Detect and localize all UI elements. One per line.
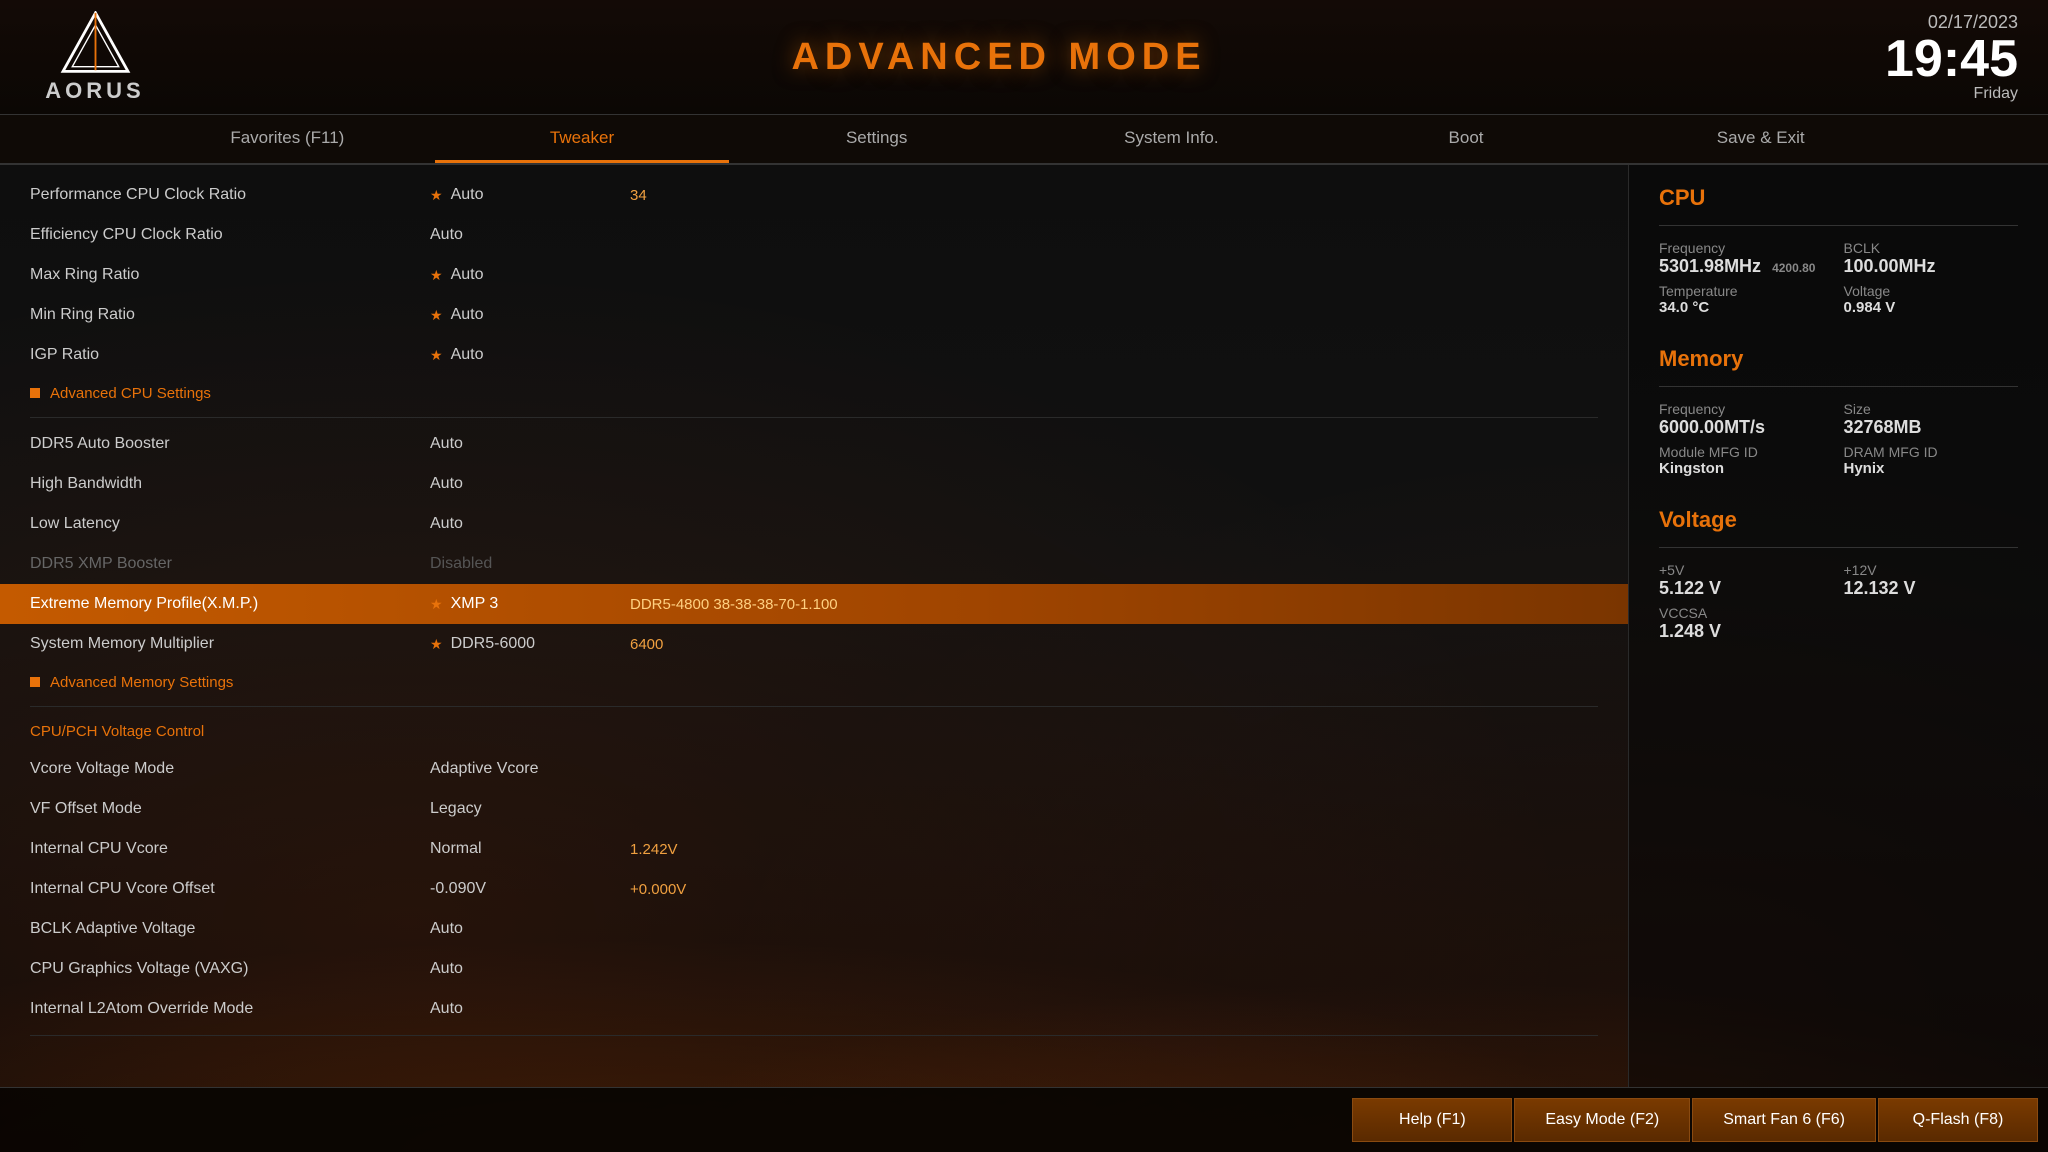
bottom-toolbar: Help (F1) Easy Mode (F2) Smart Fan 6 (F6… [0, 1087, 2048, 1152]
setting-internal-vcore[interactable]: Internal CPU Vcore Normal 1.242V [0, 829, 1628, 869]
cpu-volt-label: Voltage 0.984 V [1844, 283, 2019, 316]
setting-ddr5-auto-booster[interactable]: DDR5 Auto Booster Auto [0, 424, 1628, 464]
aorus-logo-icon [58, 11, 133, 76]
tab-boot[interactable]: Boot [1319, 115, 1614, 163]
section-advanced-memory: Advanced Memory Settings [0, 664, 1628, 700]
v12-value: 12.132 V [1844, 578, 2019, 599]
setting-bclk-adaptive[interactable]: BCLK Adaptive Voltage Auto [0, 909, 1628, 949]
easymode-button[interactable]: Easy Mode (F2) [1514, 1098, 1690, 1142]
cpu-bclk-value: 100.00MHz [1844, 256, 2019, 277]
tab-tweaker[interactable]: Tweaker [435, 115, 730, 163]
cpu-temp-value: 34.0 °C [1659, 299, 1834, 316]
cpu-info-section: CPU Frequency 5301.98MHz 4200.80 BCLK 10… [1659, 185, 2018, 316]
setting-l2atom-override[interactable]: Internal L2Atom Override Mode Auto [0, 989, 1628, 1029]
nav-tabs: Favorites (F11) Tweaker Settings System … [0, 115, 2048, 165]
star-icon: ★ [430, 307, 443, 324]
setting-eff-cpu-ratio[interactable]: Efficiency CPU Clock Ratio Auto [0, 215, 1628, 255]
mem-dram-value: Hynix [1844, 460, 2019, 477]
setting-ddr5-xmp-booster[interactable]: DDR5 XMP Booster Disabled [0, 544, 1628, 584]
cpu-temp-label: Temperature 34.0 °C [1659, 283, 1834, 316]
vccsa-label: VCCSA 1.248 V [1659, 605, 1834, 642]
setting-cpu-graphics-volt[interactable]: CPU Graphics Voltage (VAXG) Auto [0, 949, 1628, 989]
setting-high-bandwidth[interactable]: High Bandwidth Auto [0, 464, 1628, 504]
logo-area: AORUS [30, 11, 160, 104]
star-icon: ★ [430, 347, 443, 364]
setting-igp-ratio[interactable]: IGP Ratio ★ Auto [0, 335, 1628, 375]
memory-info-grid: Frequency 6000.00MT/s Size 32768MB Modul… [1659, 401, 2018, 477]
mem-dram-label: DRAM MFG ID Hynix [1844, 444, 2019, 477]
main-content: Performance CPU Clock Ratio ★ Auto 34 Ef… [0, 165, 2048, 1087]
cpu-section-title: CPU [1659, 185, 2018, 211]
divider [30, 417, 1598, 418]
setting-vf-offset[interactable]: VF Offset Mode Legacy [0, 789, 1628, 829]
star-icon: ★ [430, 267, 443, 284]
vccsa-value: 1.248 V [1659, 621, 1834, 642]
voltage-section-title: Voltage [1659, 507, 2018, 533]
setting-vcore-offset[interactable]: Internal CPU Vcore Offset -0.090V +0.000… [0, 869, 1628, 909]
smartfan-button[interactable]: Smart Fan 6 (F6) [1692, 1098, 1876, 1142]
divider-bottom [30, 1035, 1598, 1036]
cpu-freq-value: 5301.98MHz 4200.80 [1659, 256, 1834, 277]
star-icon: ★ [430, 636, 443, 653]
mem-module-label: Module MFG ID Kingston [1659, 444, 1834, 477]
voltage-divider [1659, 547, 2018, 548]
v5-value: 5.122 V [1659, 578, 1834, 599]
setting-min-ring[interactable]: Min Ring Ratio ★ Auto [0, 295, 1628, 335]
v5-label: +5V 5.122 V [1659, 562, 1834, 599]
setting-perf-cpu-ratio[interactable]: Performance CPU Clock Ratio ★ Auto 34 [0, 175, 1628, 215]
qflash-button[interactable]: Q-Flash (F8) [1878, 1098, 2038, 1142]
logo-text: AORUS [45, 78, 144, 104]
tab-settings[interactable]: Settings [729, 115, 1024, 163]
mem-size-label: Size 32768MB [1844, 401, 2019, 438]
cpu-freq-label: Frequency 5301.98MHz 4200.80 [1659, 240, 1834, 277]
v12-label: +12V 12.132 V [1844, 562, 2019, 599]
datetime: 02/17/2023 19:45 Friday [1798, 12, 2018, 103]
setting-xmp[interactable]: Extreme Memory Profile(X.M.P.) ★ XMP 3 D… [0, 584, 1628, 624]
page-title: ADVANCED MODE [200, 36, 1798, 79]
cpu-bclk-label: BCLK 100.00MHz [1844, 240, 2019, 277]
setting-sys-mem-mult[interactable]: System Memory Multiplier ★ DDR5-6000 640… [0, 624, 1628, 664]
memory-divider [1659, 386, 2018, 387]
tab-favorites[interactable]: Favorites (F11) [140, 115, 435, 163]
info-panel: CPU Frequency 5301.98MHz 4200.80 BCLK 10… [1628, 165, 2048, 1087]
voltage-info-grid: +5V 5.122 V +12V 12.132 V VCCSA 1.248 V [1659, 562, 2018, 642]
star-icon: ★ [430, 187, 443, 204]
cpu-divider [1659, 225, 2018, 226]
memory-info-section: Memory Frequency 6000.00MT/s Size 32768M… [1659, 346, 2018, 477]
tab-sysinfo[interactable]: System Info. [1024, 115, 1319, 163]
tab-saveexit[interactable]: Save & Exit [1613, 115, 1908, 163]
setting-low-latency[interactable]: Low Latency Auto [0, 504, 1628, 544]
help-button[interactable]: Help (F1) [1352, 1098, 1512, 1142]
header: AORUS ADVANCED MODE 02/17/2023 19:45 Fri… [0, 0, 2048, 115]
cpu-info-grid: Frequency 5301.98MHz 4200.80 BCLK 100.00… [1659, 240, 2018, 316]
section-marker-icon [30, 677, 40, 687]
section-marker-icon [30, 388, 40, 398]
setting-vcore-mode[interactable]: Vcore Voltage Mode Adaptive Vcore [0, 749, 1628, 789]
memory-section-title: Memory [1659, 346, 2018, 372]
section-advanced-cpu: Advanced CPU Settings [0, 375, 1628, 411]
title-bar: ADVANCED MODE [200, 36, 1798, 79]
mem-freq-value: 6000.00MT/s [1659, 417, 1834, 438]
mem-freq-label: Frequency 6000.00MT/s [1659, 401, 1834, 438]
divider [30, 706, 1598, 707]
voltage-info-section: Voltage +5V 5.122 V +12V 12.132 V VCCSA … [1659, 507, 2018, 642]
settings-panel: Performance CPU Clock Ratio ★ Auto 34 Ef… [0, 165, 1628, 1087]
cpu-volt-value: 0.984 V [1844, 299, 2019, 316]
star-icon: ★ [430, 596, 443, 613]
time-display: 19:45 [1798, 33, 2018, 85]
setting-max-ring[interactable]: Max Ring Ratio ★ Auto [0, 255, 1628, 295]
mem-size-value: 32768MB [1844, 417, 2019, 438]
mem-module-value: Kingston [1659, 460, 1834, 477]
section-cpu-pch-voltage: CPU/PCH Voltage Control [0, 713, 1628, 749]
